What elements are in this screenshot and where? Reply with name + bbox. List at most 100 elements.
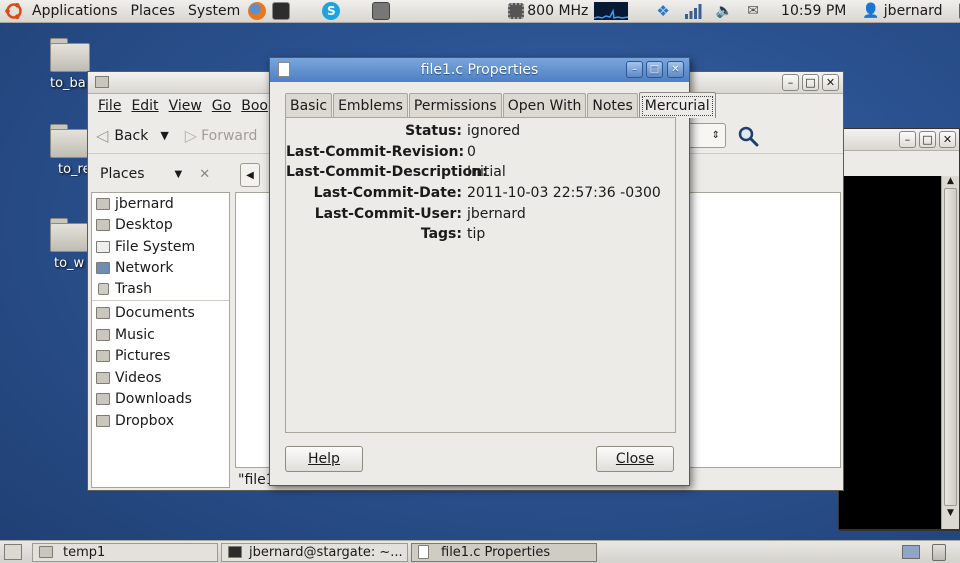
skype-launcher[interactable]: S	[319, 0, 343, 23]
back-arrow-icon: ◁	[96, 126, 109, 145]
tab-notes[interactable]: Notes	[587, 93, 638, 117]
maximize-button[interactable]: □	[646, 61, 663, 78]
sidebar-item-trash[interactable]: Trash	[92, 279, 229, 301]
sidebar-item-music[interactable]: Music	[92, 324, 229, 346]
menu-go[interactable]: Go	[207, 98, 236, 114]
close-sidebar-icon[interactable]: ✕	[199, 167, 210, 182]
forward-button[interactable]: Forward	[201, 128, 257, 144]
tab-open-with[interactable]: Open With	[502, 93, 587, 117]
tab-basic[interactable]: Basic	[285, 93, 333, 117]
user-menu[interactable]: 👤 jbernard	[857, 0, 947, 23]
sidebar-item-home[interactable]: jbernard	[92, 193, 229, 215]
volume-applet[interactable]: 🔈	[713, 0, 736, 23]
minimize-button[interactable]: –	[626, 61, 643, 78]
maximize-button[interactable]: □	[919, 131, 936, 148]
tab-label: Permissions	[413, 97, 497, 114]
close-button-label: Close	[615, 451, 655, 467]
folder-small-icon	[95, 76, 109, 88]
sidebar-item-label: Pictures	[115, 348, 171, 365]
sidebar-item-filesystem[interactable]: File System	[92, 236, 229, 258]
user-name: jbernard	[883, 3, 943, 19]
places-label[interactable]: Places	[100, 166, 145, 182]
minimize-button[interactable]: –	[899, 131, 916, 148]
property-label: Status:	[405, 123, 462, 139]
tab-emblems[interactable]: Emblems	[333, 93, 408, 117]
trash-applet-icon[interactable]	[932, 543, 946, 561]
chevron-down-icon[interactable]: ▼	[160, 129, 168, 142]
property-value: jbernard	[467, 206, 526, 222]
scroll-down-arrow-icon[interactable]: ▼	[942, 508, 959, 518]
desktop-folder-icon	[96, 219, 110, 232]
network-icon	[96, 262, 110, 275]
sidebar-item-dropbox[interactable]: Dropbox	[92, 410, 229, 432]
menu-file[interactable]: File	[93, 98, 126, 114]
task-terminal[interactable]: jbernard@stargate: ~...	[221, 542, 408, 562]
task-properties[interactable]: file1.c Properties	[411, 542, 597, 562]
folder-icon	[50, 218, 90, 252]
system-menu[interactable]: System	[180, 0, 245, 23]
task-label: jbernard@stargate: ~...	[249, 544, 403, 560]
property-row-status: Status: ignored	[286, 123, 677, 143]
music-folder-icon	[96, 328, 110, 341]
skype-icon: S	[322, 2, 341, 20]
terminal-launcher[interactable]	[269, 0, 293, 23]
dialog-titlebar[interactable]: file1.c Properties – □ ✕	[270, 58, 689, 82]
menu-bookmarks[interactable]: Boo	[236, 98, 273, 114]
places-menu[interactable]: Places	[123, 0, 181, 23]
terminal-window[interactable]: – □ ✕ ▲ ▼	[838, 128, 960, 531]
path-back-button[interactable]: ◀	[240, 163, 260, 187]
sidebar-item-label: Dropbox	[115, 412, 174, 429]
clock[interactable]: 10:59 PM	[776, 0, 851, 23]
folder-icon	[50, 38, 90, 72]
help-button-label: Help	[308, 451, 340, 467]
tab-label: Mercurial	[641, 95, 713, 116]
cpu-freq-applet[interactable]: 800 MHz	[505, 0, 591, 23]
places-dropdown-icon[interactable]: ▼	[175, 169, 183, 180]
terminal-scrollbar[interactable]: ▲ ▼	[941, 176, 959, 529]
sidebar-item-network[interactable]: Network	[92, 258, 229, 280]
show-desktop-button[interactable]	[4, 544, 22, 560]
terminal-content[interactable]	[839, 176, 943, 529]
mercurial-panel: Status: ignored Last-Commit-Revision: 0 La…	[285, 117, 676, 433]
scroll-thumb[interactable]	[944, 188, 957, 506]
applications-menu[interactable]: Applications	[0, 0, 123, 23]
sidebar-item-label: Trash	[115, 281, 152, 298]
sidebar-item-documents[interactable]: Documents	[92, 303, 229, 325]
dropbox-applet[interactable]: ❖	[653, 0, 672, 23]
screenshot-launcher[interactable]	[369, 0, 393, 23]
tab-label: Basic	[290, 97, 328, 114]
mail-applet[interactable]: ✉	[744, 0, 762, 23]
power-applet[interactable]: ▮	[954, 0, 960, 23]
sidebar-item-videos[interactable]: Videos	[92, 367, 229, 389]
network-applet[interactable]	[681, 0, 705, 23]
property-value: ignored	[467, 123, 521, 139]
tab-permissions[interactable]: Permissions	[408, 93, 502, 117]
properties-dialog[interactable]: file1.c Properties – □ ✕ Basic Emblems P…	[269, 57, 716, 486]
tab-mercurial[interactable]: Mercurial	[638, 92, 716, 118]
back-button[interactable]: Back	[114, 128, 148, 144]
menu-edit[interactable]: Edit	[126, 98, 163, 114]
places-menu-label: Places	[130, 3, 176, 19]
close-button[interactable]: ✕	[667, 61, 684, 78]
folder-icon	[39, 546, 53, 558]
menu-view[interactable]: View	[164, 98, 207, 114]
maximize-button[interactable]: □	[802, 74, 819, 91]
help-button[interactable]: Help	[285, 446, 363, 472]
sidebar-item-downloads[interactable]: Downloads	[92, 389, 229, 411]
close-button[interactable]: ✕	[822, 74, 839, 91]
sidebar-item-pictures[interactable]: Pictures	[92, 346, 229, 368]
task-temp1[interactable]: temp1	[32, 542, 218, 562]
close-button[interactable]: ✕	[939, 131, 956, 148]
system-monitor-applet[interactable]	[591, 0, 631, 23]
workspace-switcher[interactable]	[902, 545, 920, 559]
scroll-up-arrow-icon[interactable]: ▲	[942, 176, 959, 186]
close-dialog-button[interactable]: Close	[596, 446, 674, 472]
property-row-date: Last-Commit-Date: 2011-10-03 22:57:36 -03…	[286, 185, 677, 205]
sidebar-item-label: Desktop	[115, 217, 173, 234]
cpu-freq-value: 800 MHz	[527, 3, 589, 19]
firefox-launcher[interactable]	[245, 0, 269, 23]
sidebar-item-desktop[interactable]: Desktop	[92, 215, 229, 237]
minimize-button[interactable]: –	[782, 74, 799, 91]
search-icon[interactable]	[737, 125, 759, 147]
terminal-titlebar[interactable]: – □ ✕	[839, 129, 959, 151]
